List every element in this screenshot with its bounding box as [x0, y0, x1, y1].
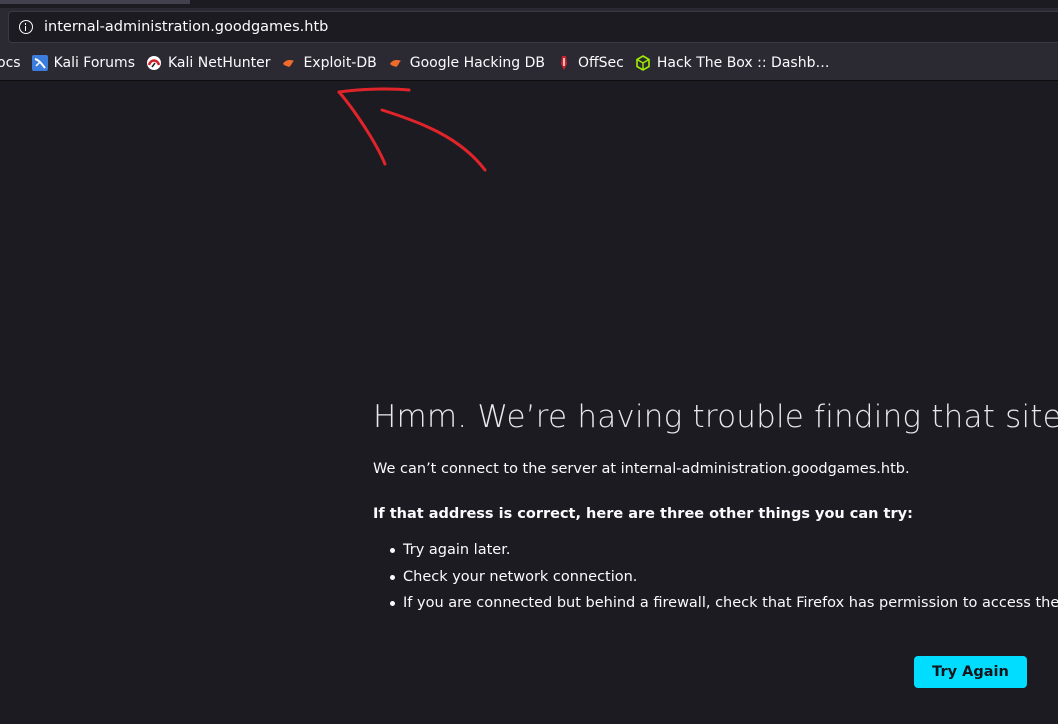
suggestions-heading: If that address is correct, here are thr… [373, 506, 913, 522]
bookmark-offsec[interactable]: OffSec [556, 55, 624, 71]
google-hacking-db-icon [389, 60, 401, 67]
kali-forums-icon [31, 55, 48, 71]
page-title: Hmm. We’re having trouble finding that s… [373, 399, 1058, 435]
list-item: Check your network connection. [390, 564, 1053, 591]
bookmarks-toolbar: ocs Kali Forums Kali NetHunter Exploit-D… [0, 50, 840, 76]
exploit-db-icon [283, 60, 295, 67]
bookmark-label: ocs [0, 55, 21, 71]
browser-toolbar: internal-administration.goodgames.htb oc… [0, 0, 1058, 81]
error-description: We can’t connect to the server at intern… [373, 461, 910, 477]
tab-strip [0, 0, 1058, 8]
url-bar[interactable]: internal-administration.goodgames.htb [8, 11, 1058, 43]
list-item: If you are connected but behind a firewa… [390, 590, 1058, 617]
bookmark-label: Kali NetHunter [168, 55, 271, 71]
suggestions-list: Try again later. Check your network conn… [373, 537, 1058, 617]
offsec-icon [560, 56, 567, 70]
bookmark-label: Google Hacking DB [409, 55, 545, 71]
bookmark-kali-forums[interactable]: Kali Forums [31, 55, 135, 71]
bookmark-exploit-db[interactable]: Exploit-DB [281, 55, 377, 71]
bookmark-label: Exploit-DB [303, 55, 377, 71]
kali-nethunter-icon [147, 56, 161, 70]
tab-edge[interactable] [0, 0, 190, 4]
bookmark-label: OffSec [577, 55, 624, 71]
bookmark-hack-the-box[interactable]: Hack The Box :: Dashb… [635, 55, 830, 71]
info-icon[interactable] [19, 20, 33, 34]
list-item: Try again later. [390, 537, 1053, 564]
url-text[interactable]: internal-administration.goodgames.htb [44, 19, 328, 35]
bookmark-google-hacking-db[interactable]: Google Hacking DB [388, 55, 545, 71]
annotation-arrow [337, 87, 487, 172]
error-content: Hmm. We’re having trouble finding that s… [373, 395, 1058, 617]
bookmark-label: Kali Forums [53, 55, 135, 71]
bookmark-docs[interactable]: ocs [0, 55, 21, 71]
bookmark-kali-nethunter[interactable]: Kali NetHunter [146, 55, 270, 71]
hack-the-box-icon [636, 55, 650, 71]
bookmark-label: Hack The Box :: Dashb… [656, 55, 830, 71]
try-again-button[interactable]: Try Again [914, 656, 1027, 688]
